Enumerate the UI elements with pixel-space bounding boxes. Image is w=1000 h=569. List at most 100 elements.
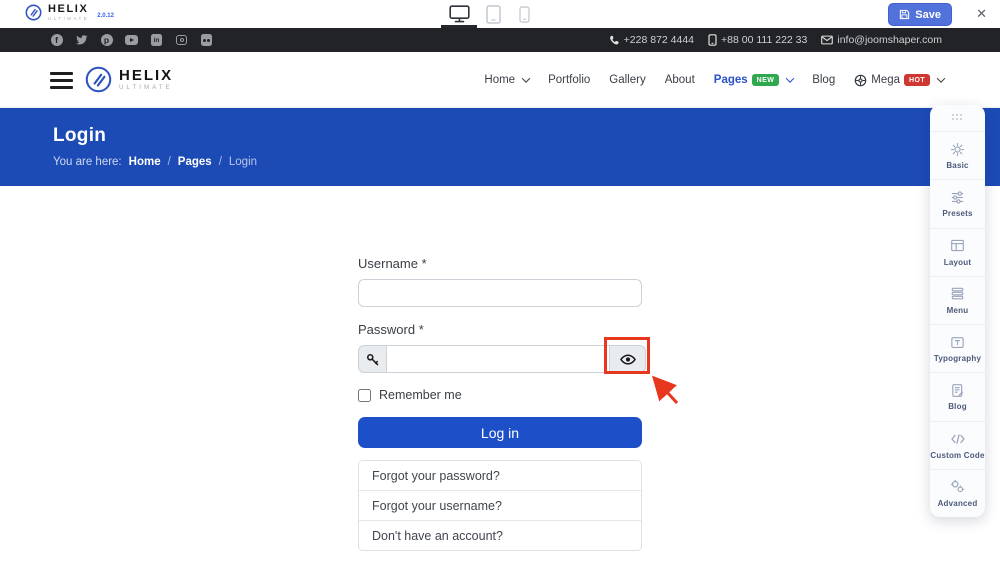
password-group <box>358 345 646 373</box>
annotation-highlight-box <box>604 337 650 374</box>
menu-item-gallery[interactable]: Gallery <box>609 74 645 86</box>
panel-item-blog[interactable]: Blog <box>930 372 985 420</box>
layout-icon <box>950 238 965 254</box>
linkedin-icon[interactable]: in <box>150 34 163 47</box>
login-button[interactable]: Log in <box>358 417 642 448</box>
facebook-icon[interactable]: f <box>50 34 63 47</box>
username-input[interactable] <box>358 279 642 307</box>
remember-me: Remember me <box>358 388 646 402</box>
menu-rows-icon <box>950 286 965 302</box>
chevron-down-icon <box>937 74 945 82</box>
mobile-icon <box>519 6 530 23</box>
save-label: Save <box>915 9 941 21</box>
customizer-window: HELIX ULTIMATE 2.0.12 <box>0 0 1000 569</box>
site-brand-name: HELIX <box>119 68 173 83</box>
customizer-topbar: HELIX ULTIMATE 2.0.12 <box>0 0 1000 28</box>
breadcrumb: You are here: Home / Pages / Login <box>53 156 1000 168</box>
main-menu: Home Portfolio Gallery About Pages NEW B… <box>484 52 944 108</box>
mobile-contact[interactable]: +88 00 111 222 33 <box>708 34 807 46</box>
register-link[interactable]: Don't have an account? <box>359 520 641 550</box>
menu-item-about[interactable]: About <box>665 74 695 86</box>
close-icon[interactable]: ✕ <box>976 5 987 22</box>
mobile-number: +88 00 111 222 33 <box>721 34 807 46</box>
gear-icon <box>950 141 965 157</box>
forgot-username-link[interactable]: Forgot your username? <box>359 490 641 520</box>
phone-number: +228 872 4444 <box>624 34 694 46</box>
device-mobile-button[interactable] <box>509 0 539 28</box>
phone-icon <box>609 35 620 46</box>
new-badge: NEW <box>752 74 780 86</box>
mega-wheel-icon <box>854 74 867 87</box>
contact-info: +228 872 4444 +88 00 111 222 33 info@joo… <box>609 34 942 46</box>
helix-circle-icon <box>85 66 112 93</box>
page-header: Login You are here: Home / Pages / Login <box>0 108 1000 186</box>
twitter-icon[interactable] <box>75 34 88 47</box>
panel-drag-handle[interactable] <box>930 105 985 131</box>
annotation-arrow <box>646 371 684 407</box>
mobile-phone-icon <box>708 34 717 46</box>
save-button[interactable]: Save <box>888 3 952 26</box>
site-brand-subtitle: ULTIMATE <box>119 85 173 91</box>
chevron-down-icon <box>786 74 794 82</box>
menu-item-blog[interactable]: Blog <box>812 74 835 86</box>
menu-item-mega[interactable]: Mega HOT <box>854 74 944 87</box>
save-floppy-icon <box>899 9 910 20</box>
panel-item-layout[interactable]: Layout <box>930 228 985 276</box>
sliders-icon <box>950 189 965 205</box>
menu-item-home[interactable]: Home <box>484 74 529 86</box>
flickr-icon[interactable] <box>200 34 213 47</box>
breadcrumb-current: Login <box>229 156 257 168</box>
key-icon <box>366 353 379 366</box>
breadcrumb-separator: / <box>219 156 222 168</box>
page-title: Login <box>53 125 1000 147</box>
helix-logo: HELIX ULTIMATE 2.0.12 <box>25 4 114 21</box>
username-label: Username * <box>358 256 646 271</box>
panel-item-menu[interactable]: Menu <box>930 276 985 324</box>
panel-item-advanced[interactable]: Advanced <box>930 469 985 517</box>
preview-topbar: f p in <box>0 28 1000 52</box>
device-tablet-button[interactable] <box>477 0 509 28</box>
menu-item-portfolio[interactable]: Portfolio <box>548 74 590 86</box>
version-label: 2.0.12 <box>97 13 114 19</box>
hot-badge: HOT <box>904 74 930 86</box>
phone-contact[interactable]: +228 872 4444 <box>609 34 694 46</box>
pinterest-icon[interactable]: p <box>100 34 113 47</box>
key-addon <box>358 345 387 373</box>
password-label: Password * <box>358 322 646 337</box>
login-form: Username * Password * Remember me <box>358 256 646 551</box>
email-icon <box>821 35 833 45</box>
forgot-password-link[interactable]: Forgot your password? <box>359 461 641 490</box>
login-links: Forgot your password? Forgot your userna… <box>358 460 642 551</box>
youtube-icon[interactable] <box>125 34 138 47</box>
breadcrumb-home-link[interactable]: Home <box>129 156 161 168</box>
email-address: info@joomshaper.com <box>837 34 942 46</box>
customizer-panel: Basic Presets Layout <box>930 105 985 517</box>
email-contact[interactable]: info@joomshaper.com <box>821 34 942 46</box>
typography-icon <box>950 334 965 350</box>
device-switcher <box>441 0 539 28</box>
instagram-icon[interactable] <box>175 34 188 47</box>
site-navbar: HELIX ULTIMATE Home Portfolio Gallery Ab… <box>0 52 1000 108</box>
code-icon <box>950 431 966 447</box>
panel-item-typography[interactable]: Typography <box>930 324 985 372</box>
brand-subtitle: ULTIMATE <box>48 17 89 22</box>
panel-item-basic[interactable]: Basic <box>930 131 985 179</box>
panel-item-custom-code[interactable]: Custom Code <box>930 421 985 469</box>
brand-name: HELIX <box>48 4 89 15</box>
password-input[interactable] <box>387 345 609 373</box>
desktop-icon <box>449 5 470 23</box>
menu-item-pages[interactable]: Pages NEW <box>714 74 793 86</box>
remember-me-label: Remember me <box>379 388 462 402</box>
breadcrumb-separator: / <box>168 156 171 168</box>
panel-item-presets[interactable]: Presets <box>930 179 985 227</box>
remember-me-checkbox[interactable] <box>358 389 371 402</box>
social-icons: f p in <box>50 34 213 47</box>
device-desktop-button[interactable] <box>441 0 477 28</box>
breadcrumb-label: You are here: <box>53 156 122 168</box>
blog-document-icon <box>950 382 965 398</box>
helix-logo-icon <box>25 4 42 21</box>
hamburger-menu-icon[interactable] <box>50 72 73 89</box>
chevron-down-icon <box>522 74 530 82</box>
breadcrumb-pages-link[interactable]: Pages <box>178 156 212 168</box>
site-logo[interactable]: HELIX ULTIMATE <box>85 66 173 93</box>
